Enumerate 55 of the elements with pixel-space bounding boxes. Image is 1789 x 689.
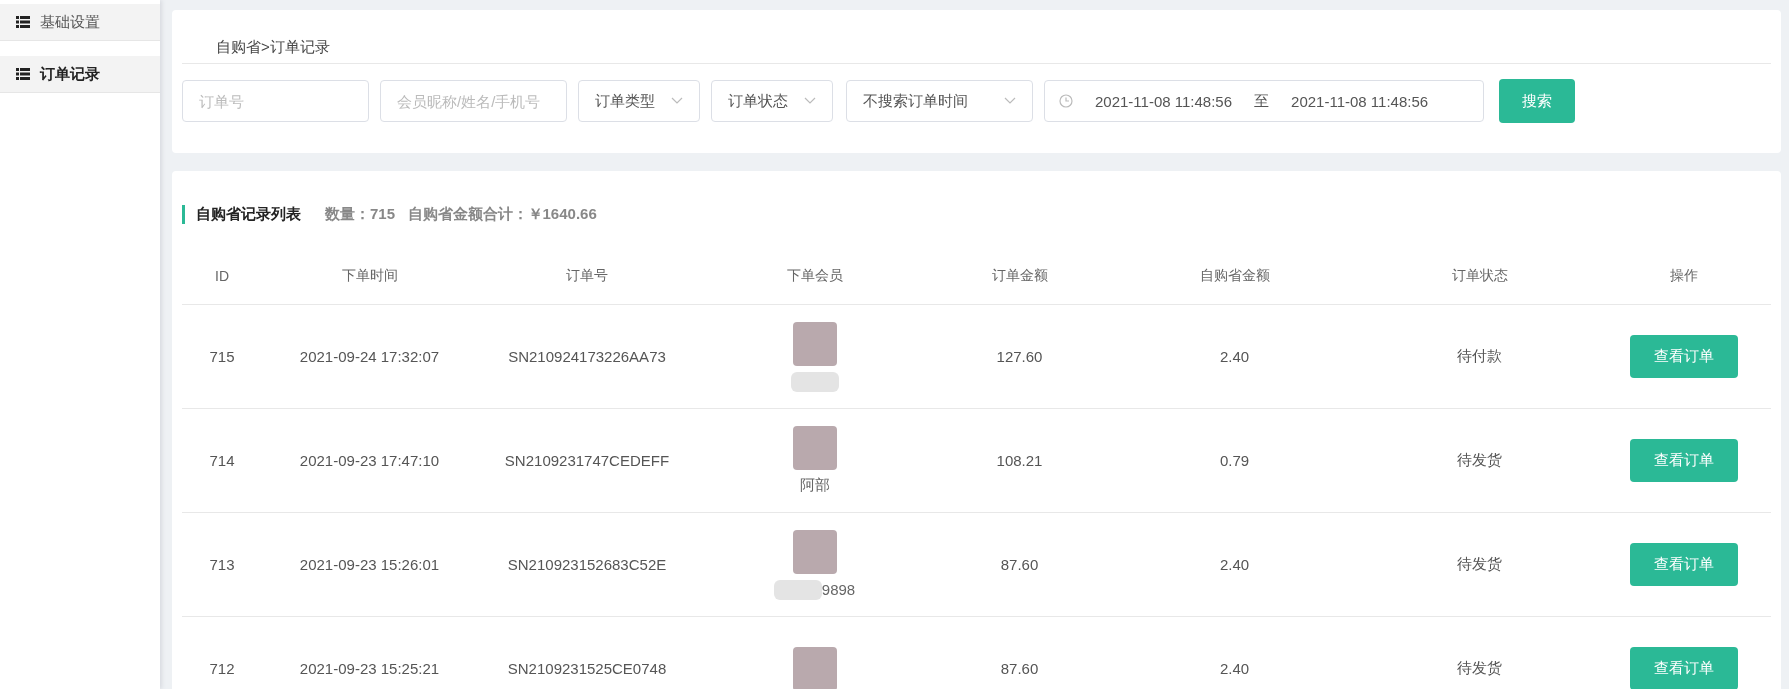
- column-header: 订单金额: [990, 267, 1049, 285]
- table-cell-text: 712: [208, 660, 236, 677]
- date-range-field[interactable]: 2021-11-08 11:48:56 至 2021-11-08 11:48:56: [1044, 80, 1484, 122]
- list-icon: [16, 68, 30, 80]
- member-name: 9898: [821, 581, 856, 598]
- table-cell-text: 108.21: [995, 452, 1044, 469]
- table-cell-text: 87.60: [999, 556, 1040, 573]
- sidebar-item[interactable]: 订单记录: [0, 56, 160, 93]
- member-search-field[interactable]: 会员昵称/姓名/手机号: [380, 80, 567, 122]
- table-cell-text: SN2109231747CEDEFF: [503, 452, 671, 469]
- time-mode-dropdown[interactable]: 不搜索订单时间: [846, 80, 1033, 122]
- order-status-dropdown[interactable]: 订单状态: [711, 80, 833, 122]
- column-header: 自购省金额: [1198, 267, 1271, 285]
- table-cell-text: 2.40: [1218, 660, 1251, 677]
- table-cell-text: 0.79: [1218, 452, 1251, 469]
- table-cell-text: 127.60: [995, 348, 1044, 365]
- table-cell-text: 待发货: [1456, 659, 1503, 678]
- column-header: ID: [214, 268, 230, 284]
- table-cell-text: 待付款: [1456, 347, 1503, 366]
- clock-icon: [1059, 94, 1073, 108]
- avatar-photo-placeholder: [792, 646, 837, 689]
- table-cell-text: SN2109231525CE0748: [506, 660, 668, 677]
- column-header: 操作: [1669, 267, 1699, 285]
- avatar-photo-placeholder: [792, 529, 837, 574]
- column-header: 下单会员: [785, 267, 844, 285]
- table-cell-text: 2021-09-23 15:25:21: [298, 660, 441, 677]
- column-header: 订单状态: [1450, 267, 1509, 285]
- table-cell-text: 待发货: [1456, 555, 1503, 574]
- list-summary: 数量：715 自购省金额合计：￥1640.66: [325, 205, 597, 224]
- column-header: 下单时间: [340, 267, 399, 285]
- table-cell-text: 715: [208, 348, 236, 365]
- table-cell-text: 2021-09-23 17:47:10: [298, 452, 441, 469]
- sidebar-item[interactable]: 基础设置: [0, 4, 160, 41]
- chevron-down-icon: [1004, 97, 1016, 105]
- list-icon: [16, 16, 30, 28]
- chevron-down-icon: [671, 97, 683, 105]
- breadcrumb: 自购省>订单记录: [182, 10, 1771, 64]
- order-number-field[interactable]: 订单号: [182, 80, 369, 122]
- column-header: 订单号: [565, 267, 609, 285]
- list-title: 自购省记录列表: [182, 205, 301, 224]
- table-cell-text: 714: [208, 452, 236, 469]
- table-cell-text: 2021-09-23 15:26:01: [298, 556, 441, 573]
- avatar-photo-placeholder: [792, 425, 837, 470]
- table-cell-text: SN210924173226AA73: [507, 348, 667, 365]
- table-cell-text: 2.40: [1218, 556, 1251, 573]
- order-type-dropdown[interactable]: 订单类型: [578, 80, 700, 122]
- table-cell-text: 2021-09-24 17:32:07: [298, 348, 441, 365]
- member-name: 阿部: [799, 476, 830, 495]
- table-cell-text: 713: [208, 556, 236, 573]
- table-cell-text: 2.40: [1218, 348, 1251, 365]
- table-cell-text: 待发货: [1456, 451, 1503, 470]
- avatar-photo-placeholder: [792, 321, 837, 366]
- table-cell-text: SN210923152683C52E: [506, 556, 668, 573]
- table-cell-text: 87.60: [999, 660, 1040, 677]
- chevron-down-icon: [804, 97, 816, 105]
